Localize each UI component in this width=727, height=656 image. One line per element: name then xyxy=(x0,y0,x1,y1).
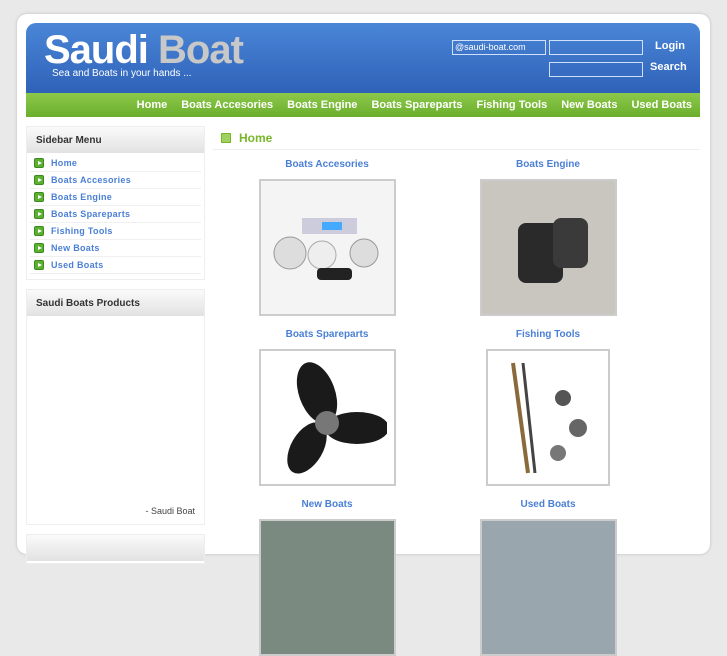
category-image[interactable] xyxy=(258,349,396,486)
sidebar-item-label: Boats Spareparts xyxy=(51,209,131,219)
main-content: Home Boats Accesories Boats Engine Boats… xyxy=(213,126,700,656)
category-boats-spareparts[interactable]: Boats Spareparts xyxy=(217,329,437,486)
nav-new-boats[interactable]: New Boats xyxy=(561,99,617,111)
arrow-icon xyxy=(34,226,44,236)
category-image[interactable] xyxy=(486,349,610,486)
products-title: Saudi Boats Products xyxy=(27,290,204,316)
header: Saudi Boat Sea and Boats in your hands .… xyxy=(26,23,700,93)
category-image[interactable] xyxy=(258,519,396,656)
arrow-icon xyxy=(34,209,44,219)
category-title[interactable]: Boats Accesories xyxy=(217,159,437,170)
category-new-boats[interactable]: New Boats xyxy=(217,499,437,656)
nav-used-boats[interactable]: Used Boats xyxy=(631,99,692,111)
nav-boats-accesories[interactable]: Boats Accesories xyxy=(181,99,273,111)
sidebar-item-home[interactable]: Home xyxy=(30,155,201,172)
email-input[interactable]: @saudi-boat.com xyxy=(452,40,546,55)
category-boats-engine[interactable]: Boats Engine xyxy=(438,159,658,316)
nav-home[interactable]: Home xyxy=(137,99,168,111)
logo-accent: Boat xyxy=(158,28,244,72)
category-image[interactable] xyxy=(479,519,617,656)
bottom-box xyxy=(26,534,205,564)
search-button[interactable]: Search xyxy=(650,61,687,73)
search-input[interactable] xyxy=(549,62,643,77)
main-nav: Home Boats Accesories Boats Engine Boats… xyxy=(26,93,700,117)
page-title: Home xyxy=(239,130,273,145)
arrow-icon xyxy=(34,175,44,185)
sidebar-menu-title: Sidebar Menu xyxy=(27,127,204,153)
bottom-box-header xyxy=(27,535,204,561)
products-box: Saudi Boats Products - Saudi Boat xyxy=(26,289,205,525)
category-title[interactable]: Boats Spareparts xyxy=(217,329,437,340)
sidebar-item-label: Fishing Tools xyxy=(51,226,113,236)
sidebar-item-boats-engine[interactable]: Boats Engine xyxy=(30,189,201,206)
category-boats-accesories[interactable]: Boats Accesories xyxy=(217,159,437,316)
sidebar-item-label: Boats Engine xyxy=(51,192,113,202)
main-header: Home xyxy=(213,126,700,150)
sidebar-item-label: Used Boats xyxy=(51,260,104,270)
sidebar-item-label: Boats Accesories xyxy=(51,175,132,185)
sidebar-item-label: New Boats xyxy=(51,243,100,253)
category-title[interactable]: Used Boats xyxy=(438,499,658,510)
sidebar-item-label: Home xyxy=(51,158,78,168)
login-button[interactable]: Login xyxy=(655,40,685,52)
nav-boats-spareparts[interactable]: Boats Spareparts xyxy=(371,99,462,111)
sidebar-item-boats-spareparts[interactable]: Boats Spareparts xyxy=(30,206,201,223)
sidebar-item-new-boats[interactable]: New Boats xyxy=(30,240,201,257)
logo-main: Saudi xyxy=(44,28,149,72)
arrow-icon xyxy=(34,260,44,270)
arrow-icon xyxy=(34,158,44,168)
category-title[interactable]: Boats Engine xyxy=(438,159,658,170)
category-title[interactable]: Fishing Tools xyxy=(438,329,658,340)
nav-fishing-tools[interactable]: Fishing Tools xyxy=(477,99,548,111)
sidebar-menu: Sidebar Menu Home Boats Accesories Boats… xyxy=(26,126,205,280)
page: Saudi Boat Sea and Boats in your hands .… xyxy=(17,14,710,656)
password-input[interactable] xyxy=(549,40,643,55)
sidebar-item-boats-accesories[interactable]: Boats Accesories xyxy=(30,172,201,189)
page-icon xyxy=(221,132,231,143)
tagline: Sea and Boats in your hands ... xyxy=(52,68,192,79)
nav-boats-engine[interactable]: Boats Engine xyxy=(287,99,357,111)
arrow-icon xyxy=(34,243,44,253)
category-title[interactable]: New Boats xyxy=(217,499,437,510)
category-image[interactable] xyxy=(479,179,617,316)
category-used-boats[interactable]: Used Boats xyxy=(438,499,658,656)
products-caption: - Saudi Boat xyxy=(145,506,195,516)
category-image[interactable] xyxy=(258,179,396,316)
category-fishing-tools[interactable]: Fishing Tools xyxy=(438,329,658,486)
sidebar-item-fishing-tools[interactable]: Fishing Tools xyxy=(30,223,201,240)
logo[interactable]: Saudi Boat xyxy=(44,28,244,73)
sidebar-item-used-boats[interactable]: Used Boats xyxy=(30,257,201,274)
arrow-icon xyxy=(34,192,44,202)
